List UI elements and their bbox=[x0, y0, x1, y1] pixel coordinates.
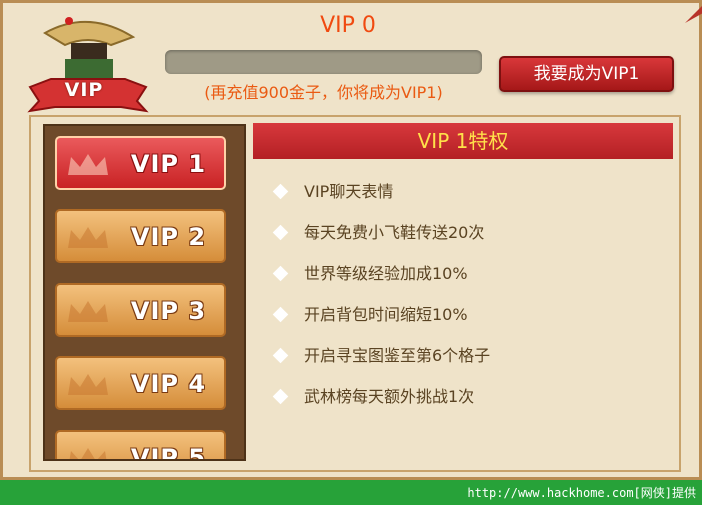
privilege-item: 世界等级经验加成10% bbox=[271, 259, 671, 300]
vip-tab-label: VIP 2 bbox=[130, 223, 207, 251]
vip-tab-2[interactable]: VIP 2 bbox=[55, 209, 226, 263]
vip-tab-5[interactable]: VIP 5 bbox=[55, 430, 226, 461]
corner-arrow-icon[interactable] bbox=[683, 3, 702, 25]
diamond-bullet-icon bbox=[272, 265, 289, 282]
diamond-bullet-icon bbox=[272, 183, 289, 200]
diamond-bullet-icon bbox=[272, 306, 289, 323]
vip-tab-label: VIP 4 bbox=[130, 370, 207, 398]
diamond-bullet-icon bbox=[272, 388, 289, 405]
crown-icon bbox=[68, 154, 108, 175]
privilege-item: VIP聊天表情 bbox=[271, 177, 671, 218]
crown-icon bbox=[68, 301, 108, 322]
privilege-list: VIP聊天表情 每天免费小飞鞋传送20次 世界等级经验加成10% 开启背包时间缩… bbox=[271, 177, 671, 423]
vip-tab-label: VIP 5 bbox=[130, 444, 207, 461]
diamond-bullet-icon bbox=[272, 224, 289, 241]
vip-level-title: VIP 0 bbox=[320, 13, 376, 38]
emblem-label: VIP bbox=[64, 79, 104, 101]
vip-tab-list[interactable]: VIP 1 VIP 2 VIP 3 VIP 4 VIP 5 bbox=[43, 124, 246, 461]
privilege-title: VIP 1特权 bbox=[253, 123, 673, 159]
privilege-item: 开启寻宝图鉴至第6个格子 bbox=[271, 341, 671, 382]
crown-icon bbox=[68, 374, 108, 395]
vip-progress-bar bbox=[165, 50, 482, 74]
vip-tab-label: VIP 1 bbox=[130, 150, 207, 178]
privilege-text: 开启寻宝图鉴至第6个格子 bbox=[304, 346, 491, 365]
vip-tab-3[interactable]: VIP 3 bbox=[55, 283, 226, 337]
vip-tab-1[interactable]: VIP 1 bbox=[55, 136, 226, 190]
watermark-text: http://www.hackhome.com[网侠]提供 bbox=[467, 486, 696, 500]
privilege-item: 武林榜每天额外挑战1次 bbox=[271, 382, 671, 423]
privilege-item: 每天免费小飞鞋传送20次 bbox=[271, 218, 671, 259]
privilege-text: 世界等级经验加成10% bbox=[304, 264, 468, 283]
privilege-text: VIP聊天表情 bbox=[304, 182, 394, 201]
vip-panel: VIP VIP 0 (再充值900金子，你将成为VIP1) 我要成为VIP1 V… bbox=[0, 0, 702, 480]
become-vip-button[interactable]: 我要成为VIP1 bbox=[499, 56, 674, 92]
vip-tab-4[interactable]: VIP 4 bbox=[55, 356, 226, 410]
vip-tab-label: VIP 3 bbox=[130, 297, 207, 325]
footer-bar: http://www.hackhome.com[网侠]提供 bbox=[0, 480, 702, 505]
crown-icon bbox=[68, 227, 108, 248]
crown-icon bbox=[69, 448, 107, 459]
diamond-bullet-icon bbox=[272, 347, 289, 364]
recharge-hint: (再充值900金子，你将成为VIP1) bbox=[204, 83, 443, 102]
privilege-text: 开启背包时间缩短10% bbox=[304, 305, 468, 324]
privilege-text: 每天免费小飞鞋传送20次 bbox=[304, 223, 485, 242]
privilege-text: 武林榜每天额外挑战1次 bbox=[304, 387, 475, 406]
privilege-item: 开启背包时间缩短10% bbox=[271, 300, 671, 341]
